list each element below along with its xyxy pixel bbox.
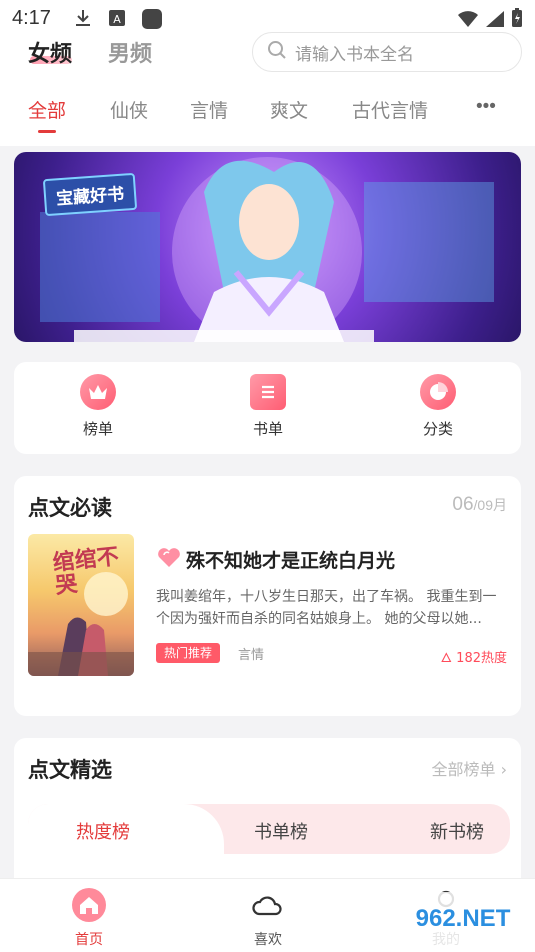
tab-male[interactable]: 男频	[108, 36, 152, 68]
tab-all[interactable]: 全部	[28, 96, 66, 123]
must-read-card: 点文必读 06/09月 绾绾不哭 殊不知她才是正统白月光 我叫姜绾年，十八岁生日…	[14, 476, 521, 716]
watermark-logo: 962.NET	[396, 892, 530, 946]
status-time: 4:17	[12, 6, 51, 29]
all-lists-link[interactable]: 全部榜单 ›	[432, 756, 508, 780]
selection-card: 点文精选 全部榜单 › 热度榜 书单榜 新书榜	[14, 738, 521, 898]
tab-new-rank[interactable]: 新书榜	[430, 818, 484, 844]
wifi-icon	[457, 9, 479, 33]
search-input[interactable]: 请输入书本全名	[252, 32, 522, 72]
section-title: 点文必读	[28, 496, 112, 520]
book-cover[interactable]: 绾绾不哭	[28, 534, 134, 676]
flame-icon: 🜂	[440, 651, 453, 666]
heat-text: 182热度	[456, 651, 507, 666]
heat-count: 🜂 182热度	[441, 644, 507, 670]
a-icon: A	[107, 8, 127, 28]
category-underline	[38, 130, 56, 133]
date-day: 06	[452, 494, 474, 515]
pie-icon	[420, 374, 456, 410]
genre-tag: 言情	[238, 648, 265, 663]
quick-nav-card: 榜单 书单 分类	[14, 362, 521, 454]
quick-nav-category[interactable]: 分类	[398, 374, 478, 439]
cover-title: 绾绾不哭	[51, 543, 120, 600]
rank-tabs: 热度榜 书单榜 新书榜	[28, 804, 510, 854]
nav-favorites[interactable]: 喜欢	[228, 887, 308, 949]
more-tabs-button[interactable]: •••	[476, 96, 496, 118]
search-placeholder: 请输入书本全名	[295, 44, 414, 65]
heart-icon	[156, 546, 182, 573]
header: 女频 男频 请输入书本全名 全部 仙侠 言情 爽文 古代言情 •••	[0, 32, 535, 146]
promo-banner[interactable]: 宝藏好书	[14, 152, 521, 342]
cloud-icon	[250, 896, 286, 927]
tab-yanqing[interactable]: 言情	[190, 96, 228, 123]
nav-label: 首页	[75, 932, 103, 948]
status-bar: 4:17 A	[0, 0, 535, 36]
date-month: /09月	[473, 497, 507, 513]
quick-nav-label: 书单	[252, 421, 283, 438]
svg-text:A: A	[113, 13, 121, 26]
tab-hot-rank[interactable]: 热度榜	[76, 818, 130, 844]
quick-nav-booklist[interactable]: 书单	[228, 374, 308, 439]
section-title: 点文精选	[28, 758, 112, 782]
tab-shuangwen[interactable]: 爽文	[270, 96, 308, 123]
category-tabs: 全部 仙侠 言情 爽文 古代言情 •••	[0, 92, 535, 133]
banner-badge: 宝藏好书	[42, 172, 138, 217]
signal-icon	[485, 9, 505, 33]
tab-female[interactable]: 女频	[28, 36, 72, 68]
quick-nav-label: 榜单	[82, 421, 113, 438]
must-read-date: 06/09月	[452, 494, 507, 516]
search-icon	[267, 40, 295, 65]
tab-ancient-romance[interactable]: 古代言情	[352, 96, 428, 123]
app-icon	[141, 8, 162, 29]
book-title-text: 殊不知她才是正统白月光	[186, 550, 396, 572]
quick-nav-label: 分类	[422, 421, 453, 438]
list-icon	[250, 374, 286, 410]
tab-xianxia[interactable]: 仙侠	[110, 96, 148, 123]
quick-nav-ranking[interactable]: 榜单	[58, 374, 138, 439]
book-title[interactable]: 殊不知她才是正统白月光	[156, 546, 395, 573]
hot-tag: 热门推荐	[156, 643, 221, 663]
home-icon	[71, 888, 107, 927]
nav-label: 喜欢	[254, 932, 282, 948]
tab-booklist-rank[interactable]: 书单榜	[254, 818, 308, 844]
battery-icon	[511, 8, 523, 33]
download-icon	[73, 8, 93, 28]
crown-icon	[80, 374, 116, 410]
book-description: 我叫姜绾年，十八岁生日那天，出了车祸。 我重生到一个因为强奸而自杀的同名姑娘身上…	[156, 589, 497, 627]
nav-home[interactable]: 首页	[49, 887, 129, 949]
